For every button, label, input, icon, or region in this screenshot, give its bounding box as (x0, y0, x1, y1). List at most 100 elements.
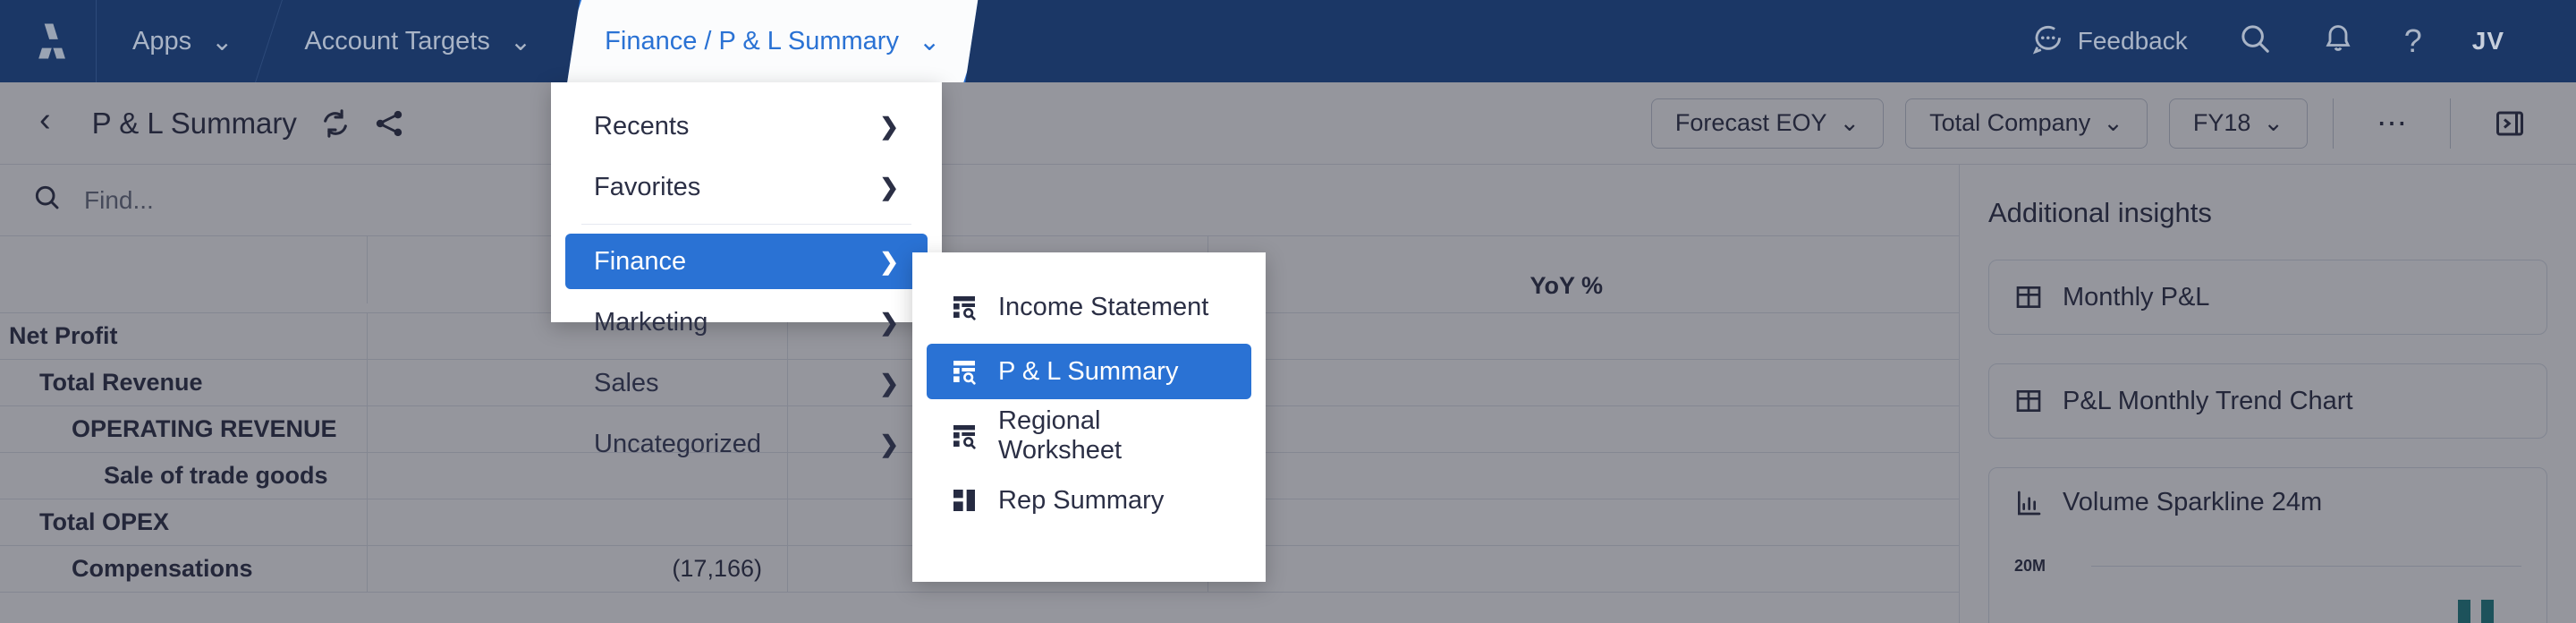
cell-yoy-pct (1208, 360, 1628, 405)
menu-divider (581, 224, 911, 225)
feedback-label: Feedback (2077, 27, 2188, 55)
filter-fy18[interactable]: FY18 ⌄ (2168, 98, 2308, 149)
nav-tab-account-targets[interactable]: Account Targets ⌄ (255, 0, 567, 82)
finance-submenu: Income Statement P & L Summary Regional … (912, 252, 1266, 582)
nav-tab-finance-pl-summary[interactable]: Finance / P & L Summary ⌄ (555, 0, 990, 82)
row-label: Total Revenue (39, 369, 203, 396)
submenu-item-rep-summary[interactable]: Rep Summary (927, 473, 1251, 528)
insights-title: Additional insights (1988, 197, 2212, 228)
search-icon (2238, 21, 2272, 62)
menu-item-favorites[interactable]: Favorites ❯ (565, 159, 928, 215)
search-icon (32, 183, 61, 218)
filter-forecast-eoy[interactable]: Forecast EOY ⌄ (1650, 98, 1885, 149)
notification-bell-icon (2322, 22, 2354, 61)
submenu-item-label: Regional Worksheet (998, 406, 1123, 465)
avatar-initials: JV (2471, 27, 2504, 55)
nav-tab-apps[interactable]: Apps ⌄ (97, 0, 268, 82)
cell-yoy-pct (1208, 313, 1628, 359)
chevron-down-icon: ⌄ (509, 27, 532, 56)
menu-item-uncategorized[interactable]: Uncategorized ❯ (565, 416, 928, 472)
filter-label: FY18 (2192, 109, 2251, 136)
chevron-down-icon: ⌄ (1839, 109, 1860, 136)
page-title: P & L Summary (91, 106, 297, 140)
chevron-down-icon: ⌄ (211, 27, 233, 56)
menu-item-label: Favorites (594, 172, 701, 201)
submenu-item-label: P & L Summary (998, 356, 1179, 386)
search-input[interactable]: Find... (32, 183, 154, 218)
row-label: Total OPEX (39, 508, 170, 535)
submenu-item-label: Rep Summary (998, 485, 1165, 515)
chevron-right-icon: ❯ (879, 430, 899, 457)
insight-card-label: P&L Monthly Trend Chart (2063, 386, 2353, 415)
top-nav-actions: Feedback ? JV (2006, 0, 2576, 82)
refresh-sync-icon[interactable] (320, 108, 351, 139)
submenu-item-income-statement[interactable]: Income Statement (927, 279, 1251, 335)
menu-item-sales[interactable]: Sales ❯ (565, 355, 928, 411)
ellipsis-horizontal-icon[interactable]: ⋯ (2359, 98, 2425, 149)
menu-item-marketing[interactable]: Marketing ❯ (565, 294, 928, 350)
chevron-right-icon: ❯ (879, 308, 899, 336)
grid-table-icon (2014, 283, 2043, 312)
collapse-right-panel-icon[interactable] (2476, 98, 2544, 149)
global-search-button[interactable] (2213, 0, 2297, 82)
cell-yoy-pct (1208, 453, 1628, 499)
chart-bar (2481, 600, 2494, 623)
nav-tab-finance-pl-summary-wrap: Finance / P & L Summary ⌄ (567, 0, 978, 82)
insight-card-monthly-pl[interactable]: Monthly P&L (1988, 260, 2547, 335)
app-logo[interactable] (0, 0, 97, 82)
feedback-button[interactable]: Feedback (2006, 0, 2213, 82)
chevron-right-icon: ❯ (879, 112, 899, 140)
additional-insights-panel: Additional insights Monthly P&L P&L Mont… (1959, 165, 2576, 623)
dashboard-grid-icon (950, 486, 979, 515)
anaplan-a-logo-icon (38, 23, 65, 59)
cell-value: (17,166) (367, 546, 787, 592)
page-body: ‹ P & L Summary Forecast EOY ⌄ Total Com… (0, 82, 2576, 623)
insight-card-label: Monthly P&L (2063, 282, 2210, 312)
gridline-label-top: 20M (2014, 557, 2046, 575)
filter-label: Forecast EOY (1674, 109, 1827, 136)
worksheet-search-icon (950, 357, 979, 386)
menu-item-recents[interactable]: Recents ❯ (565, 98, 928, 154)
cell-yoy-pct (1208, 546, 1628, 592)
menu-item-label: Uncategorized (594, 429, 761, 458)
submenu-item-pl-summary[interactable]: P & L Summary (927, 344, 1251, 399)
help-question-icon: ? (2403, 22, 2422, 59)
chevron-right-icon: ❯ (879, 173, 899, 201)
chevron-right-icon: ❯ (879, 369, 899, 397)
chart-card-label: Volume Sparkline 24m (2063, 488, 2323, 516)
cell-value (367, 499, 787, 545)
submenu-item-label: Income Statement (998, 292, 1209, 321)
divider (2333, 98, 2334, 149)
insight-card-pl-trend-chart[interactable]: P&L Monthly Trend Chart (1988, 363, 2547, 439)
column-header-yoy-pct: YoY % (1208, 236, 1628, 303)
menu-item-label: Sales (594, 368, 659, 397)
page-header-actions: Forecast EOY ⌄ Total Company ⌄ FY18 ⌄ ⋯ (1630, 98, 2544, 149)
bar-chart-icon (2014, 489, 2043, 517)
avatar[interactable]: JV (2447, 0, 2529, 82)
chevron-down-icon: ⌄ (2263, 109, 2284, 136)
chevron-down-icon: ⌄ (918, 27, 941, 56)
cell-yoy-pct (1208, 406, 1628, 452)
notifications-button[interactable] (2297, 0, 2379, 82)
menu-item-label: Marketing (594, 307, 708, 337)
top-navigation-bar: Apps ⌄ Account Targets ⌄ Finance / P & L… (0, 0, 2576, 82)
menu-item-finance[interactable]: Finance ❯ (565, 234, 928, 289)
back-icon[interactable]: ‹ (32, 101, 72, 145)
share-nodes-icon[interactable] (374, 108, 404, 139)
help-button[interactable]: ? (2379, 0, 2447, 82)
chart-bar (2458, 600, 2470, 623)
menu-item-label: Finance (594, 246, 687, 276)
nav-tab-label: Apps (132, 26, 192, 55)
chart-card-header: Volume Sparkline 24m (2014, 488, 2521, 517)
grid-table-icon (2014, 387, 2043, 415)
page-header: ‹ P & L Summary Forecast EOY ⌄ Total Com… (0, 82, 2576, 165)
nav-tab-label: Finance / P & L Summary (605, 26, 899, 55)
filter-total-company[interactable]: Total Company ⌄ (1905, 98, 2148, 149)
row-label: Compensations (72, 555, 253, 582)
chevron-right-icon: ❯ (879, 247, 899, 275)
insight-card-volume-sparkline[interactable]: Volume Sparkline 24m 20M 10M (1988, 467, 2547, 623)
menu-item-label: Recents (594, 111, 690, 141)
worksheet-search-icon (950, 293, 979, 321)
divider (2450, 98, 2451, 149)
submenu-item-regional-worksheet[interactable]: Regional Worksheet (927, 406, 1251, 465)
